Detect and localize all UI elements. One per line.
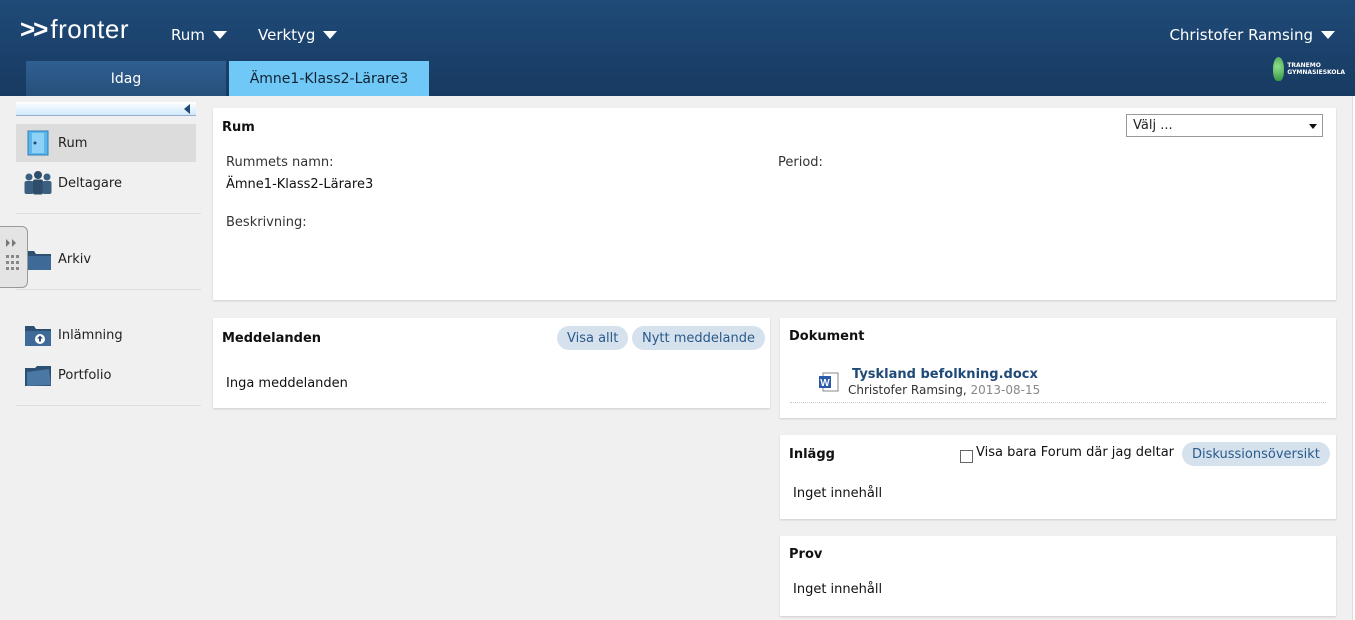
chevron-down-icon <box>1321 31 1335 39</box>
menu-verktyg[interactable]: Verktyg <box>258 26 338 44</box>
sidebar-item-arkiv[interactable]: Arkiv <box>16 240 196 278</box>
sidebar-item-deltagare[interactable]: Deltagare <box>16 164 196 202</box>
door-icon <box>22 129 54 157</box>
tab-idag[interactable]: Idag <box>26 61 226 96</box>
menu-verktyg-label: Verktyg <box>258 26 316 44</box>
tests-panel: Prov Inget innehåll <box>780 536 1336 616</box>
sidebar-divider <box>16 405 201 406</box>
show-all-button[interactable]: Visa allt <box>557 326 629 350</box>
chevron-down-icon <box>212 31 227 39</box>
posts-panel-title: Inlägg <box>789 447 835 462</box>
sidebar-item-portfolio[interactable]: Portfolio <box>16 356 196 394</box>
sidebar-collapse-bar[interactable] <box>16 102 196 116</box>
chevron-down-icon <box>1309 124 1317 129</box>
sidebar-item-label: Portfolio <box>58 367 112 383</box>
svg-text:W: W <box>820 378 830 389</box>
side-panel-handle[interactable] <box>0 226 28 288</box>
collapse-left-icon <box>184 104 190 114</box>
messages-empty: Inga meddelanden <box>226 376 348 391</box>
school-logo-text-1: TRANEMO <box>1287 62 1321 69</box>
messages-panel-title: Meddelanden <box>222 331 322 346</box>
posts-empty: Inget innehåll <box>793 486 883 501</box>
tab-room[interactable]: Ämne1-Klass2-Lärare3 <box>229 61 429 96</box>
menu-rum[interactable]: Rum <box>171 26 227 44</box>
document-author: Christofer Ramsing <box>848 383 963 397</box>
tests-empty: Inget innehåll <box>793 582 883 597</box>
people-icon <box>22 169 54 197</box>
leaf-icon <box>1273 57 1285 81</box>
discussion-overview-label: Diskussionsöversikt <box>1192 446 1320 462</box>
tab-idag-label: Idag <box>110 70 142 87</box>
upload-folder-icon <box>22 321 54 349</box>
chevron-down-icon <box>323 31 338 39</box>
document-divider <box>790 402 1326 403</box>
sidebar-divider <box>16 213 201 214</box>
fronter-logo[interactable]: >> fronter <box>20 14 129 45</box>
room-panel: Rum Välj ... Rummets namn: Ämne1-Klass2-… <box>213 108 1336 300</box>
posts-panel: Inlägg Visa bara Forum där jag deltar Di… <box>780 435 1336 519</box>
room-name-value: Ämne1-Klass2-Lärare3 <box>226 177 374 192</box>
new-message-label: Nytt meddelande <box>642 330 755 346</box>
forum-filter-checkbox[interactable] <box>960 450 973 463</box>
sidebar-item-label: Rum <box>58 135 88 151</box>
word-document-icon: W <box>818 371 840 393</box>
tests-panel-title: Prov <box>789 547 823 562</box>
top-bar: >> fronter Rum Verktyg Christofer Ramsing… <box>0 0 1355 96</box>
room-select[interactable]: Välj ... <box>1126 114 1323 137</box>
room-name-label: Rummets namn: <box>226 155 334 170</box>
description-label: Beskrivning: <box>226 215 307 230</box>
user-name: Christofer Ramsing <box>1169 26 1313 44</box>
portfolio-icon <box>22 361 54 389</box>
document-meta: Christofer Ramsing, 2013-08-15 <box>848 383 1041 397</box>
sidebar-item-label: Inlämning <box>58 327 123 343</box>
tab-room-label: Ämne1-Klass2-Lärare3 <box>249 70 409 87</box>
documents-panel-title: Dokument <box>789 329 865 344</box>
user-menu[interactable]: Christofer Ramsing <box>1169 26 1335 44</box>
sidebar-divider <box>16 289 201 290</box>
forum-filter-label: Visa bara Forum där jag deltar <box>976 445 1175 460</box>
menu-rum-label: Rum <box>171 26 205 44</box>
document-date: 2013-08-15 <box>970 383 1041 397</box>
discussion-overview-button[interactable]: Diskussionsöversikt <box>1182 442 1330 466</box>
logo-arrows: >> <box>20 14 48 44</box>
sidebar-item-label: Deltagare <box>58 175 122 191</box>
messages-panel: Meddelanden Visa allt Nytt meddelande In… <box>213 318 770 408</box>
documents-panel: Dokument W Tyskland befolkning.docx Chri… <box>780 318 1336 418</box>
sidebar-item-label: Arkiv <box>58 251 92 267</box>
sidebar-item-inlamning[interactable]: Inlämning <box>16 316 196 354</box>
school-logo: TRANEMO GYMNASIESKOLA <box>1273 56 1345 82</box>
school-logo-text: TRANEMO GYMNASIESKOLA <box>1287 62 1345 76</box>
period-label: Period: <box>778 155 823 170</box>
room-select-value: Välj ... <box>1133 118 1173 133</box>
show-all-label: Visa allt <box>567 330 619 346</box>
sidebar-item-rum[interactable]: Rum <box>16 124 196 162</box>
logo-text: fronter <box>50 14 130 44</box>
new-message-button[interactable]: Nytt meddelande <box>632 326 765 350</box>
school-logo-text-2: GYMNASIESKOLA <box>1287 69 1345 76</box>
document-link[interactable]: Tyskland befolkning.docx <box>852 367 1038 382</box>
room-panel-title: Rum <box>222 120 255 135</box>
